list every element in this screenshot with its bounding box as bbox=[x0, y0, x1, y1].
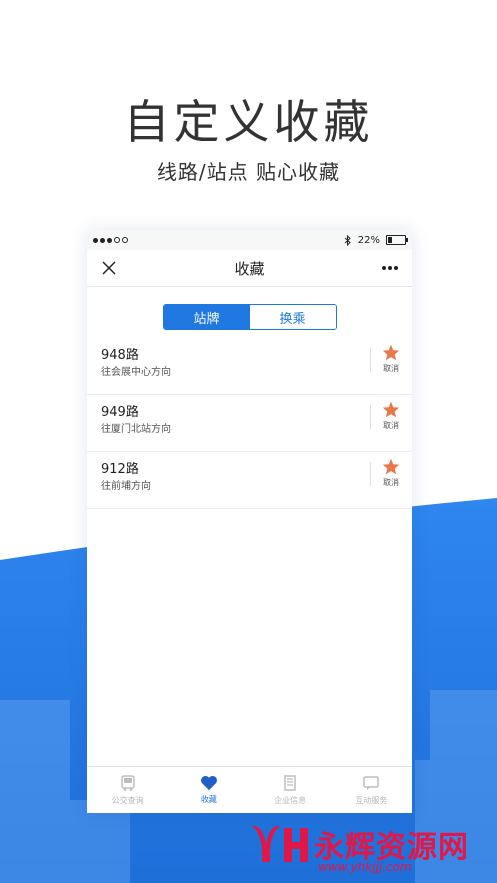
close-icon[interactable] bbox=[97, 256, 121, 280]
page-title: 收藏 bbox=[234, 259, 265, 278]
segment-control: 站牌 换乘 bbox=[162, 304, 337, 330]
chat-icon bbox=[363, 776, 380, 790]
cancel-favorite-button[interactable]: 取消 bbox=[378, 344, 404, 374]
route-direction: 往前埔方向 bbox=[101, 481, 151, 492]
route-name: 948路 bbox=[101, 348, 139, 363]
tab-transfer[interactable]: 换乘 bbox=[249, 305, 336, 329]
favorites-list: 948路 往会展中心方向 取消 949路 往厦门北站方向 取消 912路 往前埔… bbox=[87, 338, 412, 509]
bottom-tab-bar: 公交查询 收藏 企业信息 互动服务 bbox=[87, 766, 412, 813]
nav-bar: 收藏 bbox=[87, 250, 412, 287]
battery-icon bbox=[386, 235, 408, 245]
subline: 线路/站点 贴心收藏 bbox=[156, 160, 341, 184]
cancel-label: 取消 bbox=[383, 364, 399, 373]
list-item[interactable]: 912路 往前埔方向 取消 bbox=[87, 452, 412, 509]
headline: 自定义收藏 bbox=[123, 95, 374, 149]
route-name: 912路 bbox=[101, 462, 139, 477]
heart-icon bbox=[200, 775, 217, 791]
status-bar: 22% bbox=[87, 230, 412, 250]
cancel-label: 取消 bbox=[383, 421, 399, 430]
watermark-url: www.yhkjjj.com bbox=[318, 860, 412, 874]
tab-favorites[interactable]: 收藏 bbox=[168, 767, 249, 813]
star-icon bbox=[382, 401, 400, 418]
more-icon[interactable] bbox=[378, 256, 402, 280]
cancel-favorite-button[interactable]: 取消 bbox=[378, 401, 404, 431]
cancel-favorite-button[interactable]: 取消 bbox=[378, 458, 404, 488]
list-item[interactable]: 949路 往厦门北站方向 取消 bbox=[87, 395, 412, 452]
phone-screen: 22% 收藏 站牌 换乘 948路 往会展中心方向 取消 949路 往厦门北站方… bbox=[87, 230, 412, 813]
route-direction: 往厦门北站方向 bbox=[101, 424, 171, 435]
tab-stop-sign[interactable]: 站牌 bbox=[163, 305, 250, 329]
watermark-logo-icon bbox=[252, 825, 308, 862]
building-icon bbox=[284, 775, 296, 791]
star-icon bbox=[382, 344, 400, 361]
cancel-label: 取消 bbox=[383, 478, 399, 487]
battery-percent: 22% bbox=[357, 234, 380, 246]
star-icon bbox=[382, 458, 400, 475]
tab-company-info[interactable]: 企业信息 bbox=[250, 767, 331, 813]
list-item[interactable]: 948路 往会展中心方向 取消 bbox=[87, 338, 412, 395]
tab-interactive-service[interactable]: 互动服务 bbox=[331, 767, 412, 813]
signal-icon bbox=[93, 237, 128, 243]
bus-icon bbox=[120, 775, 135, 791]
route-name: 949路 bbox=[101, 405, 139, 420]
bluetooth-icon bbox=[344, 234, 351, 246]
route-direction: 往会展中心方向 bbox=[101, 367, 171, 378]
tab-bus-query[interactable]: 公交查询 bbox=[87, 767, 168, 813]
